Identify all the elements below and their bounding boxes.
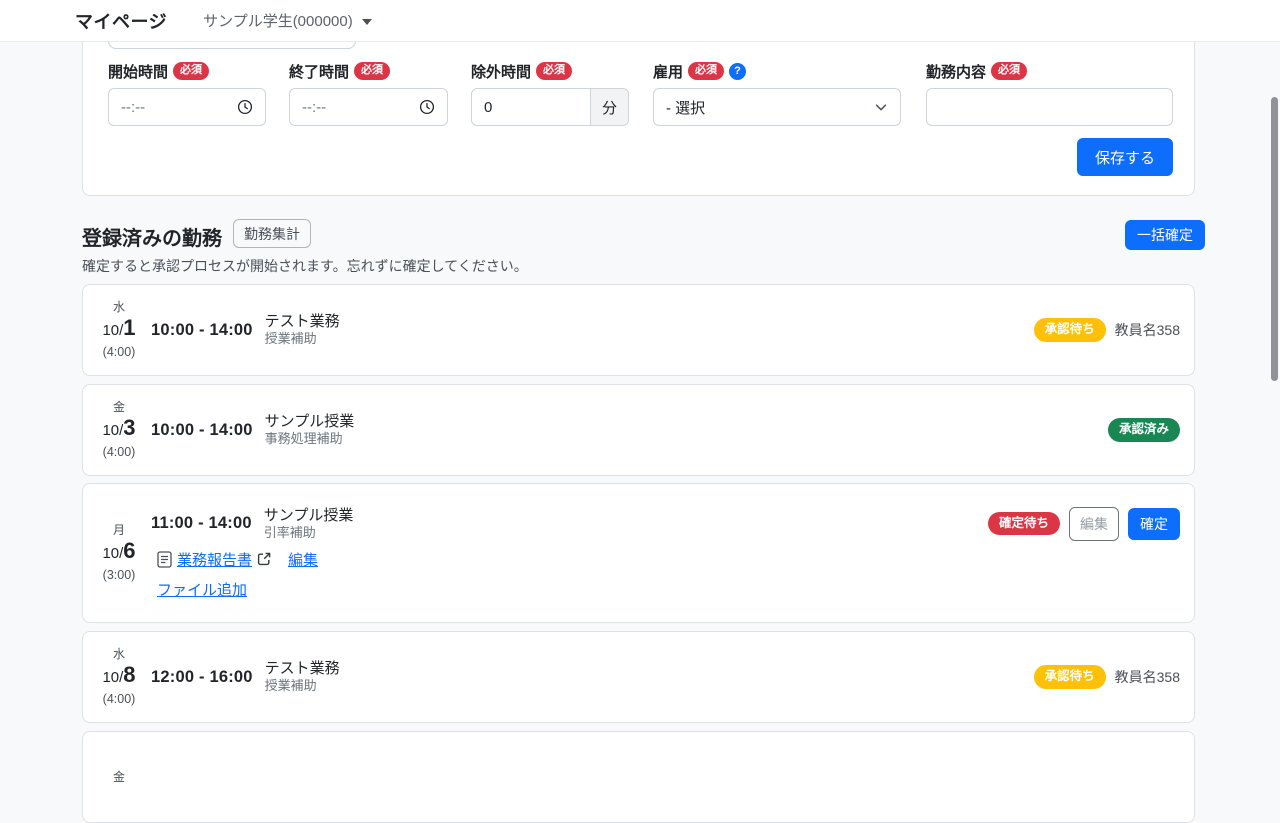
work-subtitle: 引率補助 bbox=[264, 524, 354, 541]
work-subtitle: 授業補助 bbox=[265, 677, 340, 694]
duration: (4:00) bbox=[99, 691, 139, 707]
work-content-label: 勤務内容 必須 bbox=[926, 61, 1173, 81]
employment-selected-value: - 選択 bbox=[666, 97, 705, 118]
work-title-block: サンプル授業 引率補助 bbox=[264, 507, 354, 541]
work-subtitle: 授業補助 bbox=[265, 330, 340, 347]
work-row: 水 10/1 (4:00) 10:00 - 14:00 テスト業務 授業補助 承… bbox=[82, 284, 1195, 376]
vertical-scrollbar-thumb[interactable] bbox=[1271, 97, 1278, 381]
work-title: テスト業務 bbox=[265, 660, 340, 677]
employment-select[interactable]: - 選択 bbox=[653, 88, 901, 126]
teacher-name: 教員名358 bbox=[1115, 320, 1180, 340]
exclusion-time-field-group: 除外時間 必須 0 分 bbox=[471, 61, 629, 126]
day-of-week: 金 bbox=[99, 770, 139, 785]
start-time-field-group: 開始時間 必須 --:-- bbox=[108, 61, 266, 126]
save-button[interactable]: 保存する bbox=[1077, 138, 1173, 176]
work-title-block: テスト業務 授業補助 bbox=[265, 660, 340, 694]
external-link-icon bbox=[257, 552, 271, 566]
exclusion-time-label: 除外時間 必須 bbox=[471, 61, 629, 81]
clock-icon[interactable] bbox=[419, 99, 435, 115]
status-badge: 承認待ち bbox=[1034, 665, 1106, 689]
work-row: 金 bbox=[82, 731, 1195, 823]
teacher-name: 教員名358 bbox=[1115, 667, 1180, 687]
status-badge: 確定待ち bbox=[988, 512, 1060, 536]
date-block: 金 bbox=[99, 770, 139, 785]
confirm-button[interactable]: 確定 bbox=[1128, 508, 1180, 540]
work-row: 金 10/3 (4:00) 10:00 - 14:00 サンプル授業 事務処理補… bbox=[82, 384, 1195, 476]
bulk-confirm-button[interactable]: 一括確定 bbox=[1125, 220, 1205, 250]
date: 10/3 bbox=[99, 415, 139, 444]
date-block: 月 10/6 (3:00) bbox=[99, 523, 139, 583]
exclusion-time-label-text: 除外時間 bbox=[471, 61, 531, 82]
user-menu-label: サンプル学生(000000) bbox=[203, 10, 353, 31]
end-time-label-text: 終了時間 bbox=[289, 61, 349, 82]
duration: (4:00) bbox=[99, 344, 139, 360]
status-badge: 承認済み bbox=[1108, 418, 1180, 442]
confirm-process-note: 確定すると承認プロセスが開始されます。忘れずに確定してください。 bbox=[82, 256, 528, 276]
work-content-label-text: 勤務内容 bbox=[926, 61, 986, 82]
required-badge: 必須 bbox=[991, 62, 1027, 80]
app-header: マイページ サンプル学生(000000) bbox=[0, 0, 1280, 42]
day-of-week: 月 bbox=[99, 523, 139, 538]
file-text-icon bbox=[157, 551, 172, 568]
work-row: 水 10/8 (4:00) 12:00 - 16:00 テスト業務 授業補助 承… bbox=[82, 631, 1195, 723]
caret-down-icon bbox=[362, 19, 372, 25]
employment-label: 雇用 必須 ? bbox=[653, 61, 901, 81]
work-time-range: 11:00 - 14:00 bbox=[151, 514, 252, 533]
date: 10/1 bbox=[99, 315, 139, 344]
date-block: 金 10/3 (4:00) bbox=[99, 400, 139, 460]
work-title: テスト業務 bbox=[265, 313, 340, 330]
required-badge: 必須 bbox=[536, 62, 572, 80]
work-content-field-group: 勤務内容 必須 bbox=[926, 61, 1173, 126]
duration: (3:00) bbox=[99, 567, 139, 583]
required-badge: 必須 bbox=[173, 62, 209, 80]
start-time-input[interactable]: --:-- bbox=[108, 88, 266, 126]
start-time-label: 開始時間 必須 bbox=[108, 61, 266, 81]
work-title-block: サンプル授業 事務処理補助 bbox=[265, 413, 355, 447]
work-title: サンプル授業 bbox=[264, 507, 354, 524]
day-of-week: 金 bbox=[99, 400, 139, 415]
edit-link[interactable]: 編集 bbox=[288, 549, 318, 570]
required-badge: 必須 bbox=[354, 62, 390, 80]
work-title: サンプル授業 bbox=[265, 413, 355, 430]
start-time-label-text: 開始時間 bbox=[108, 61, 168, 82]
work-time-range: 12:00 - 16:00 bbox=[151, 668, 253, 687]
work-report-link[interactable]: 業務報告書 bbox=[177, 549, 252, 570]
user-menu-dropdown[interactable]: サンプル学生(000000) bbox=[203, 10, 372, 31]
end-time-value: --:-- bbox=[302, 99, 326, 116]
date-block: 水 10/8 (4:00) bbox=[99, 647, 139, 707]
work-row: 月 10/6 (3:00) 11:00 - 14:00 サンプル授業 引率補助 … bbox=[82, 483, 1195, 623]
registered-work-section-title: 登録済みの勤務 bbox=[82, 222, 222, 251]
duration: (4:00) bbox=[99, 444, 139, 460]
work-content-input[interactable] bbox=[926, 88, 1173, 126]
end-time-field-group: 終了時間 必須 --:-- bbox=[289, 61, 448, 126]
chevron-down-icon bbox=[874, 100, 888, 114]
end-time-input[interactable]: --:-- bbox=[289, 88, 448, 126]
day-of-week: 水 bbox=[99, 647, 139, 662]
work-time-range: 10:00 - 14:00 bbox=[151, 321, 253, 340]
question-icon[interactable]: ? bbox=[729, 63, 746, 80]
work-time-range: 10:00 - 14:00 bbox=[151, 421, 253, 440]
work-subtitle: 事務処理補助 bbox=[265, 430, 355, 447]
work-summary-button[interactable]: 勤務集計 bbox=[233, 219, 311, 248]
exclusion-time-input[interactable]: 0 分 bbox=[471, 88, 629, 126]
day-of-week: 水 bbox=[99, 300, 139, 315]
edit-button[interactable]: 編集 bbox=[1069, 507, 1119, 541]
date-block: 水 10/1 (4:00) bbox=[99, 300, 139, 360]
add-file-link[interactable]: ファイル追加 bbox=[157, 582, 247, 599]
page-title: マイページ bbox=[75, 8, 167, 34]
employment-label-text: 雇用 bbox=[653, 61, 683, 82]
employment-field-group: 雇用 必須 ? - 選択 bbox=[653, 61, 901, 126]
end-time-label: 終了時間 必須 bbox=[289, 61, 448, 81]
date: 10/8 bbox=[99, 662, 139, 691]
exclusion-time-value[interactable]: 0 bbox=[472, 99, 590, 116]
required-badge: 必須 bbox=[688, 62, 724, 80]
clock-icon[interactable] bbox=[237, 99, 253, 115]
date: 10/6 bbox=[99, 538, 139, 567]
minutes-unit-suffix: 分 bbox=[590, 89, 628, 125]
status-badge: 承認待ち bbox=[1034, 318, 1106, 342]
start-time-value: --:-- bbox=[121, 99, 145, 116]
work-title-block: テスト業務 授業補助 bbox=[265, 313, 340, 347]
